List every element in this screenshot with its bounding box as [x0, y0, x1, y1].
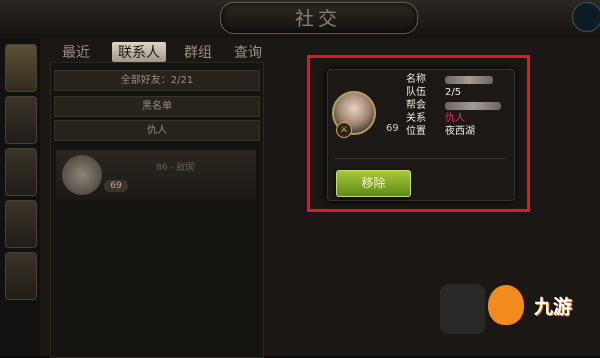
popup-divider [334, 158, 506, 159]
label-guild: 帮会 [406, 100, 426, 111]
side-tab-social[interactable] [5, 44, 37, 92]
contact-meta: 86 - 敌国 [156, 163, 195, 173]
tab-recent[interactable]: 最近 [62, 42, 90, 62]
guild-value-blurred [445, 102, 501, 110]
list-row-blacklist[interactable]: 黑名单 [54, 96, 260, 117]
label-location: 位置 [406, 126, 426, 137]
tab-search[interactable]: 查询 [234, 42, 262, 62]
side-tab-3[interactable] [5, 148, 37, 196]
watermark-text: 九游 [534, 296, 573, 318]
list-row-all-friends[interactable]: 全部好友：2/21 [54, 70, 260, 91]
window-title: 社交 [294, 8, 341, 30]
watermark-logo-icon [488, 285, 524, 325]
value-location: 夜西湖 [445, 126, 475, 137]
tab-contacts[interactable]: 联系人 [112, 42, 166, 62]
value-relation: 仇人 [445, 113, 465, 124]
tab-groups[interactable]: 群组 [184, 42, 212, 62]
player-level: 69 [386, 123, 399, 134]
label-team: 队伍 [406, 87, 426, 98]
side-tab-2[interactable] [5, 96, 37, 144]
side-tab-4[interactable] [5, 200, 37, 248]
list-row-enemies[interactable]: 仇人 [54, 120, 260, 141]
side-tab-column [0, 38, 40, 356]
label-name: 名称 [406, 74, 426, 85]
contact-level: 69 [104, 180, 128, 192]
contact-avatar [62, 155, 102, 195]
close-button[interactable] [572, 2, 600, 32]
remove-button[interactable]: 移除 [336, 170, 411, 197]
label-relation: 关系 [406, 113, 426, 124]
brush-stroke [440, 284, 485, 334]
class-swords-icon: ⚔ [336, 122, 352, 138]
side-tab-5[interactable] [5, 252, 37, 300]
name-value-blurred [445, 76, 493, 84]
value-team: 2/5 [445, 87, 462, 98]
